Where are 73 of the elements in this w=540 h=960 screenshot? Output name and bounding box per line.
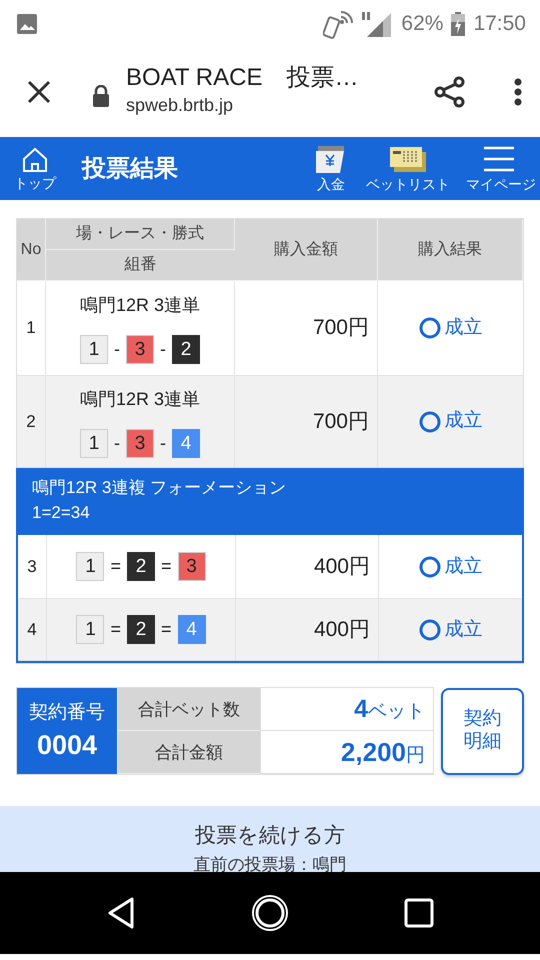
group-combination: 1=2=34 bbox=[32, 502, 91, 524]
battery-icon bbox=[451, 12, 466, 36]
recents-icon[interactable] bbox=[404, 898, 434, 928]
circle-icon bbox=[418, 556, 440, 578]
battery-percent: 62% bbox=[401, 11, 444, 38]
continue-title: 投票を続ける方 bbox=[194, 823, 346, 850]
combo-separator: - bbox=[160, 338, 166, 361]
summary-label: 合計金額 bbox=[155, 742, 223, 764]
home-button[interactable]: トップ bbox=[14, 146, 56, 192]
column-header: 組番 bbox=[46, 250, 235, 281]
group-title: 鳴門12R 3連複 フォーメーション bbox=[32, 477, 288, 499]
more-button[interactable] bbox=[514, 78, 522, 106]
combo-separator: - bbox=[114, 338, 120, 361]
clock-time: 17:50 bbox=[473, 11, 526, 38]
race-name: 鳴門12R 3連単 bbox=[80, 388, 200, 410]
home-icon bbox=[21, 146, 49, 174]
boat-number: 1 bbox=[76, 552, 104, 582]
ticket-icon bbox=[389, 144, 427, 175]
boat-number: 3 bbox=[126, 335, 154, 364]
page-title: BOAT RACE 投票… bbox=[126, 65, 358, 92]
summary-value: 4ベット bbox=[354, 694, 425, 725]
combo-separator: - bbox=[160, 432, 166, 454]
combo-separator: = bbox=[161, 555, 172, 578]
image-icon bbox=[16, 13, 38, 35]
header-action[interactable]: ベットリスト bbox=[366, 144, 450, 192]
boat-number: 3 bbox=[178, 552, 206, 582]
column-header: No bbox=[17, 219, 46, 281]
combo-separator: = bbox=[110, 618, 121, 642]
boat-number: 2 bbox=[127, 552, 155, 582]
circle-icon bbox=[418, 410, 440, 432]
column-header: 購入金額 bbox=[235, 219, 378, 281]
boat-number: 4 bbox=[178, 615, 206, 644]
back-icon[interactable] bbox=[106, 896, 136, 930]
column-header: 場・レース・勝式 bbox=[46, 219, 235, 250]
home-icon[interactable] bbox=[250, 894, 289, 932]
summary-value: 2,200円 bbox=[340, 736, 425, 769]
boat-number: 1 bbox=[80, 428, 108, 458]
contract-number: 0004 bbox=[36, 728, 98, 762]
close-button[interactable] bbox=[26, 79, 52, 105]
boat-number: 1 bbox=[76, 615, 104, 644]
share-icon bbox=[434, 76, 466, 108]
continue-subtitle: 直前の投票場：鳴門 bbox=[192, 854, 348, 872]
details-button[interactable]: 契約明細 bbox=[441, 688, 524, 775]
result-text: 成立 bbox=[444, 409, 482, 434]
result-text: 成立 bbox=[444, 618, 482, 642]
page-url: spweb.brtb.jp bbox=[126, 94, 234, 117]
boat-number: 4 bbox=[172, 428, 200, 458]
circle-icon bbox=[418, 317, 440, 339]
combo-separator: = bbox=[161, 618, 172, 642]
circle-icon bbox=[418, 618, 440, 641]
header-action[interactable]: 入金 bbox=[312, 144, 350, 192]
result-text: 成立 bbox=[444, 554, 482, 579]
boat-number: 2 bbox=[172, 335, 200, 364]
summary-label: 合計ベット数 bbox=[138, 698, 240, 721]
signal-icon bbox=[361, 10, 394, 38]
contract-label: 契約番号 bbox=[29, 701, 105, 726]
boat-number: 3 bbox=[126, 428, 154, 458]
phone-nfc-icon bbox=[323, 9, 354, 39]
result-text: 成立 bbox=[444, 316, 482, 340]
more-icon bbox=[514, 78, 522, 106]
combo-separator: - bbox=[114, 432, 120, 454]
header-action[interactable]: マイページ bbox=[466, 144, 536, 192]
lock-icon bbox=[92, 85, 110, 107]
combo-separator: = bbox=[110, 555, 121, 578]
close-icon bbox=[26, 79, 52, 105]
column-header: 購入結果 bbox=[378, 219, 523, 281]
row-number: 4 bbox=[18, 599, 47, 662]
page-heading: 投票結果 bbox=[82, 154, 178, 184]
amount-text: 400円 bbox=[236, 599, 379, 662]
share-button[interactable] bbox=[434, 76, 466, 108]
boat-number: 2 bbox=[127, 615, 155, 644]
boat-number: 1 bbox=[80, 335, 108, 364]
race-name: 鳴門12R 3連単 bbox=[80, 294, 200, 317]
